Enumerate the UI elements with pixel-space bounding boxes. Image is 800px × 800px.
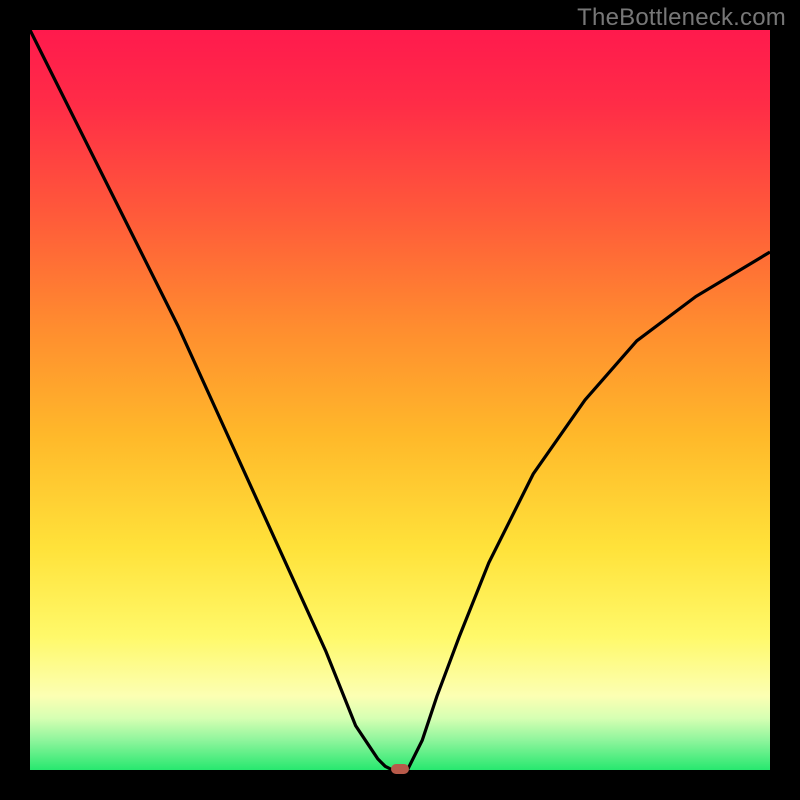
bottleneck-curve [30,30,770,770]
plot-area [30,30,770,770]
watermark-text: TheBottleneck.com [577,4,786,32]
chart-frame: TheBottleneck.com [0,0,800,800]
optimal-marker [391,764,409,774]
curve-path [30,30,770,770]
